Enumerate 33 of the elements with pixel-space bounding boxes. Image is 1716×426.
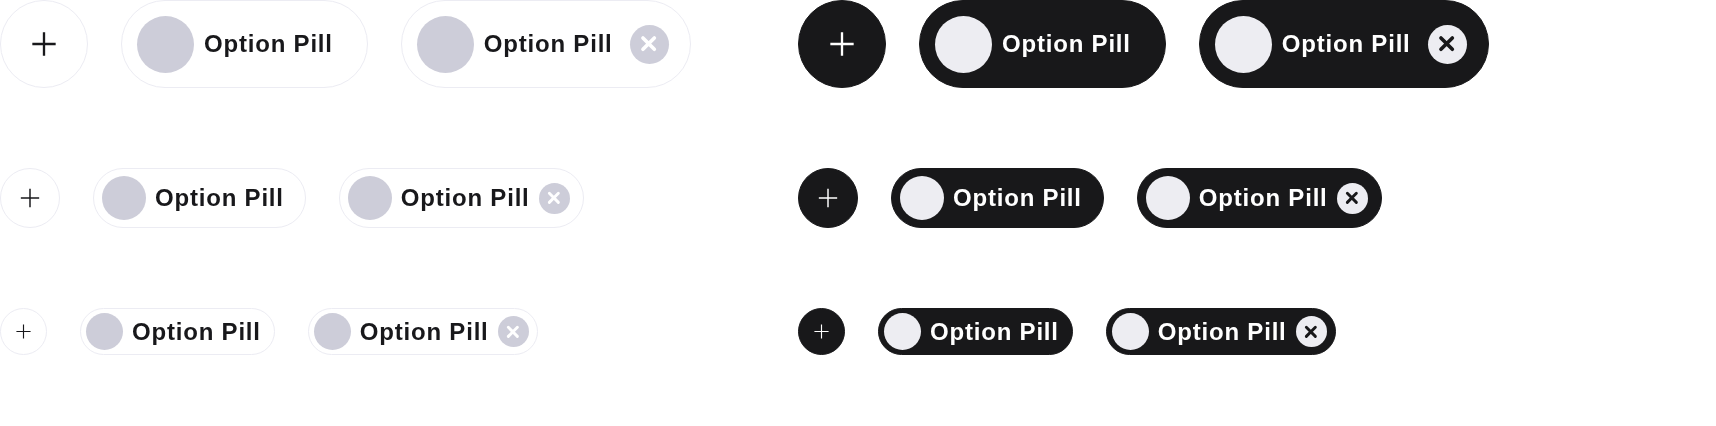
option-pill[interactable]: Option Pill	[891, 168, 1104, 228]
option-pill[interactable]: Option Pill	[93, 168, 306, 228]
option-pill[interactable]: Option Pill	[307, 308, 538, 355]
avatar-icon	[313, 313, 351, 350]
close-icon[interactable]	[1336, 182, 1368, 214]
avatar-icon	[1145, 176, 1190, 220]
add-button[interactable]	[798, 168, 858, 228]
avatar-icon	[1111, 313, 1149, 350]
option-pill[interactable]: Option Pill	[80, 308, 275, 355]
plus-icon	[813, 323, 830, 340]
option-pill[interactable]: Option Pill	[919, 0, 1166, 88]
avatar-icon	[102, 176, 146, 220]
close-icon[interactable]	[1427, 24, 1467, 64]
avatar-icon	[884, 313, 921, 350]
option-pill[interactable]: Option Pill	[878, 308, 1073, 355]
option-pill[interactable]: Option Pill	[1136, 168, 1382, 228]
plus-icon	[19, 187, 41, 209]
avatar-icon	[347, 176, 392, 220]
option-pill[interactable]: Option Pill	[338, 168, 584, 228]
option-pill[interactable]: Option Pill	[400, 0, 691, 88]
option-pill[interactable]: Option Pill	[1198, 0, 1489, 88]
avatar-icon	[900, 176, 944, 220]
avatar-icon	[86, 313, 123, 350]
avatar-icon	[935, 15, 992, 73]
avatar-icon	[137, 15, 194, 73]
plus-icon	[15, 323, 32, 340]
option-pill[interactable]: Option Pill	[121, 0, 368, 88]
plus-icon	[828, 30, 856, 58]
add-button[interactable]	[798, 308, 845, 355]
plus-icon	[30, 30, 58, 58]
plus-icon	[817, 187, 839, 209]
close-icon[interactable]	[1295, 316, 1327, 347]
option-pill[interactable]: Option Pill	[1105, 308, 1336, 355]
